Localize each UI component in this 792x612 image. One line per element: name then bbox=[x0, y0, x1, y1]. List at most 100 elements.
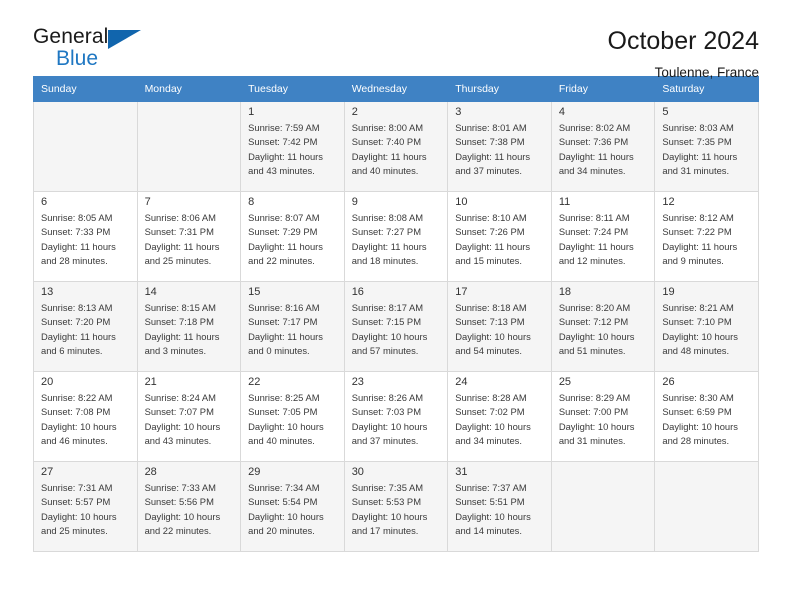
day-number: 15 bbox=[248, 286, 261, 298]
day-details: Sunrise: 8:05 AM Sunset: 7:33 PM Daylight:… bbox=[34, 211, 137, 268]
weekday-header-saturday: Saturday bbox=[654, 76, 759, 102]
daylight-text-line1: Daylight: 11 hours bbox=[248, 240, 323, 252]
sunset-text: Sunset: 7:17 PM bbox=[248, 316, 318, 328]
day-details: Sunrise: 8:17 AM Sunset: 7:15 PM Daylight:… bbox=[345, 301, 448, 358]
day-details: Sunrise: 8:02 AM Sunset: 7:36 PM Daylight:… bbox=[552, 121, 655, 178]
daylight-text-line2: and 6 minutes. bbox=[41, 344, 103, 356]
day-details: Sunrise: 8:00 AM Sunset: 7:40 PM Daylight:… bbox=[345, 121, 448, 178]
daylight-text-line2: and 14 minutes. bbox=[455, 524, 522, 536]
calendar-day-cell[interactable]: 16 Sunrise: 8:17 AM Sunset: 7:15 PM Dayligh… bbox=[343, 281, 449, 372]
daylight-text-line1: Daylight: 10 hours bbox=[455, 420, 531, 432]
sunrise-text: Sunrise: 8:24 AM bbox=[144, 392, 216, 404]
daylight-text-line2: and 46 minutes. bbox=[41, 434, 108, 446]
sunset-text: Sunset: 7:12 PM bbox=[558, 316, 629, 328]
calendar-day-cell[interactable]: 29 Sunrise: 7:34 AM Sunset: 5:54 PM Dayligh… bbox=[240, 461, 345, 552]
day-details: Sunrise: 7:33 AM Sunset: 5:56 PM Daylight:… bbox=[138, 481, 241, 538]
general-blue-logo[interactable]: General Blue bbox=[33, 26, 163, 76]
day-number: 6 bbox=[41, 196, 48, 208]
day-number: 7 bbox=[144, 196, 151, 208]
calendar-day-cell[interactable]: 23 Sunrise: 8:26 AM Sunset: 7:03 PM Dayligh… bbox=[343, 371, 449, 462]
day-details: Sunrise: 8:24 AM Sunset: 7:07 PM Daylight:… bbox=[138, 391, 241, 448]
calendar-day-cell[interactable]: 15 Sunrise: 8:16 AM Sunset: 7:17 PM Dayligh… bbox=[240, 281, 345, 372]
sunset-text: Sunset: 7:26 PM bbox=[455, 226, 525, 238]
calendar-page: General Blue October 2024 Toulenne, Fran… bbox=[0, 0, 792, 612]
day-details: Sunrise: 8:20 AM Sunset: 7:12 PM Daylight:… bbox=[552, 301, 655, 358]
calendar-day-cell[interactable]: 13 Sunrise: 8:13 AM Sunset: 7:20 PM Dayligh… bbox=[33, 281, 138, 372]
daylight-text-line1: Daylight: 11 hours bbox=[144, 240, 220, 252]
calendar-day-cell[interactable]: 2 Sunrise: 8:00 AM Sunset: 7:40 PM Daylight… bbox=[343, 101, 449, 192]
day-details: Sunrise: 8:15 AM Sunset: 7:18 PM Daylight:… bbox=[138, 301, 241, 358]
calendar-day-cell[interactable]: 5 Sunrise: 8:03 AM Sunset: 7:35 PM Daylight… bbox=[654, 101, 759, 192]
sunrise-text: Sunrise: 8:26 AM bbox=[351, 392, 424, 404]
calendar-day-cell[interactable]: 11 Sunrise: 8:11 AM Sunset: 7:24 PM Dayligh… bbox=[550, 191, 656, 282]
page-header: General Blue October 2024 Toulenne, Fran… bbox=[33, 0, 759, 80]
weekday-header-friday: Friday bbox=[550, 76, 656, 102]
day-details: Sunrise: 8:06 AM Sunset: 7:31 PM Daylight:… bbox=[138, 211, 241, 268]
calendar-day-cell[interactable]: 20 Sunrise: 8:22 AM Sunset: 7:08 PM Dayligh… bbox=[33, 371, 138, 462]
day-number: 27 bbox=[41, 466, 54, 478]
calendar-day-cell[interactable]: 27 Sunrise: 7:31 AM Sunset: 5:57 PM Dayligh… bbox=[33, 461, 138, 552]
daylight-text-line1: Daylight: 11 hours bbox=[41, 240, 116, 252]
daylight-text-line1: Daylight: 11 hours bbox=[455, 150, 531, 162]
calendar-day-cell[interactable]: 30 Sunrise: 7:35 AM Sunset: 5:53 PM Dayligh… bbox=[343, 461, 449, 552]
sunset-text: Sunset: 7:07 PM bbox=[144, 406, 214, 418]
calendar-day-cell[interactable]: 7 Sunrise: 8:06 AM Sunset: 7:31 PM Daylight… bbox=[136, 191, 242, 282]
day-details: Sunrise: 8:26 AM Sunset: 7:03 PM Daylight:… bbox=[345, 391, 448, 448]
daylight-text-line1: Daylight: 10 hours bbox=[455, 510, 531, 522]
day-details: Sunrise: 8:08 AM Sunset: 7:27 PM Daylight:… bbox=[345, 211, 448, 268]
sunset-text: Sunset: 7:00 PM bbox=[558, 406, 629, 418]
calendar-day-cell[interactable]: 19 Sunrise: 8:21 AM Sunset: 7:10 PM Dayligh… bbox=[654, 281, 759, 372]
daylight-text-line2: and 22 minutes. bbox=[248, 254, 315, 266]
calendar-day-cell[interactable]: 25 Sunrise: 8:29 AM Sunset: 7:00 PM Dayligh… bbox=[550, 371, 656, 462]
daylight-text-line1: Daylight: 11 hours bbox=[351, 240, 427, 252]
day-number: 19 bbox=[662, 286, 675, 298]
daylight-text-line2: and 28 minutes. bbox=[662, 434, 730, 446]
calendar-day-cell[interactable]: 31 Sunrise: 7:37 AM Sunset: 5:51 PM Dayligh… bbox=[447, 461, 552, 552]
calendar-day-cell[interactable]: 24 Sunrise: 8:28 AM Sunset: 7:02 PM Dayligh… bbox=[447, 371, 552, 462]
day-number: 3 bbox=[455, 106, 462, 118]
sunrise-text: Sunrise: 7:59 AM bbox=[248, 122, 320, 134]
calendar-day-cell[interactable]: 4 Sunrise: 8:02 AM Sunset: 7:36 PM Daylight… bbox=[550, 101, 656, 192]
calendar-day-cell[interactable]: 17 Sunrise: 8:18 AM Sunset: 7:13 PM Dayligh… bbox=[447, 281, 552, 372]
sunrise-text: Sunrise: 8:05 AM bbox=[41, 212, 113, 224]
calendar-week-row: 20 Sunrise: 8:22 AM Sunset: 7:08 PM Dayligh… bbox=[33, 371, 759, 462]
calendar-day-cell[interactable]: 18 Sunrise: 8:20 AM Sunset: 7:12 PM Dayligh… bbox=[550, 281, 656, 372]
calendar-day-cell[interactable]: 10 Sunrise: 8:10 AM Sunset: 7:26 PM Dayligh… bbox=[447, 191, 552, 282]
daylight-text-line2: and 43 minutes. bbox=[248, 164, 315, 176]
sunset-text: Sunset: 7:08 PM bbox=[41, 406, 111, 418]
calendar-day-cell[interactable]: 1 Sunrise: 7:59 AM Sunset: 7:42 PM Daylight… bbox=[240, 101, 345, 192]
sunset-text: Sunset: 5:53 PM bbox=[351, 496, 421, 508]
sunrise-text: Sunrise: 8:00 AM bbox=[351, 122, 424, 134]
calendar-day-cell[interactable]: 8 Sunrise: 8:07 AM Sunset: 7:29 PM Daylight… bbox=[240, 191, 345, 282]
calendar-day-cell[interactable]: 6 Sunrise: 8:05 AM Sunset: 7:33 PM Daylight… bbox=[33, 191, 138, 282]
sunrise-text: Sunrise: 8:01 AM bbox=[455, 122, 527, 134]
daylight-text-line2: and 37 minutes. bbox=[351, 434, 419, 446]
daylight-text-line2: and 17 minutes. bbox=[351, 524, 419, 536]
calendar-day-cell[interactable]: 22 Sunrise: 8:25 AM Sunset: 7:05 PM Dayligh… bbox=[240, 371, 345, 462]
sunrise-text: Sunrise: 8:21 AM bbox=[662, 302, 734, 314]
day-number: 29 bbox=[248, 466, 261, 478]
calendar-week-row: 6 Sunrise: 8:05 AM Sunset: 7:33 PM Daylight… bbox=[33, 191, 759, 282]
sunrise-text: Sunrise: 7:33 AM bbox=[144, 482, 216, 494]
calendar-day-cell[interactable]: 12 Sunrise: 8:12 AM Sunset: 7:22 PM Dayligh… bbox=[654, 191, 759, 282]
calendar-day-cell[interactable]: 14 Sunrise: 8:15 AM Sunset: 7:18 PM Dayligh… bbox=[136, 281, 242, 372]
sunset-text: Sunset: 5:54 PM bbox=[248, 496, 318, 508]
calendar-day-cell[interactable]: 21 Sunrise: 8:24 AM Sunset: 7:07 PM Dayligh… bbox=[136, 371, 242, 462]
day-number: 12 bbox=[662, 196, 675, 208]
daylight-text-line2: and 54 minutes. bbox=[455, 344, 522, 356]
calendar-day-cell[interactable]: 3 Sunrise: 8:01 AM Sunset: 7:38 PM Daylight… bbox=[447, 101, 552, 192]
day-details: Sunrise: 8:22 AM Sunset: 7:08 PM Daylight:… bbox=[34, 391, 137, 448]
sunrise-text: Sunrise: 8:18 AM bbox=[455, 302, 527, 314]
sunrise-text: Sunrise: 8:08 AM bbox=[351, 212, 424, 224]
day-details: Sunrise: 8:21 AM Sunset: 7:10 PM Daylight:… bbox=[655, 301, 758, 358]
sunrise-text: Sunrise: 8:15 AM bbox=[144, 302, 216, 314]
day-details: Sunrise: 7:37 AM Sunset: 5:51 PM Daylight:… bbox=[448, 481, 551, 538]
daylight-text-line2: and 43 minutes. bbox=[144, 434, 212, 446]
calendar-day-cell[interactable]: 28 Sunrise: 7:33 AM Sunset: 5:56 PM Dayligh… bbox=[136, 461, 242, 552]
calendar-day-cell[interactable]: 26 Sunrise: 8:30 AM Sunset: 6:59 PM Dayligh… bbox=[654, 371, 759, 462]
calendar-week-row: 1 Sunrise: 7:59 AM Sunset: 7:42 PM Daylight… bbox=[33, 101, 759, 192]
daylight-text-line2: and 0 minutes. bbox=[248, 344, 310, 356]
daylight-text-line2: and 40 minutes. bbox=[248, 434, 315, 446]
sunrise-text: Sunrise: 7:37 AM bbox=[455, 482, 527, 494]
calendar-day-cell[interactable]: 9 Sunrise: 8:08 AM Sunset: 7:27 PM Daylight… bbox=[343, 191, 449, 282]
